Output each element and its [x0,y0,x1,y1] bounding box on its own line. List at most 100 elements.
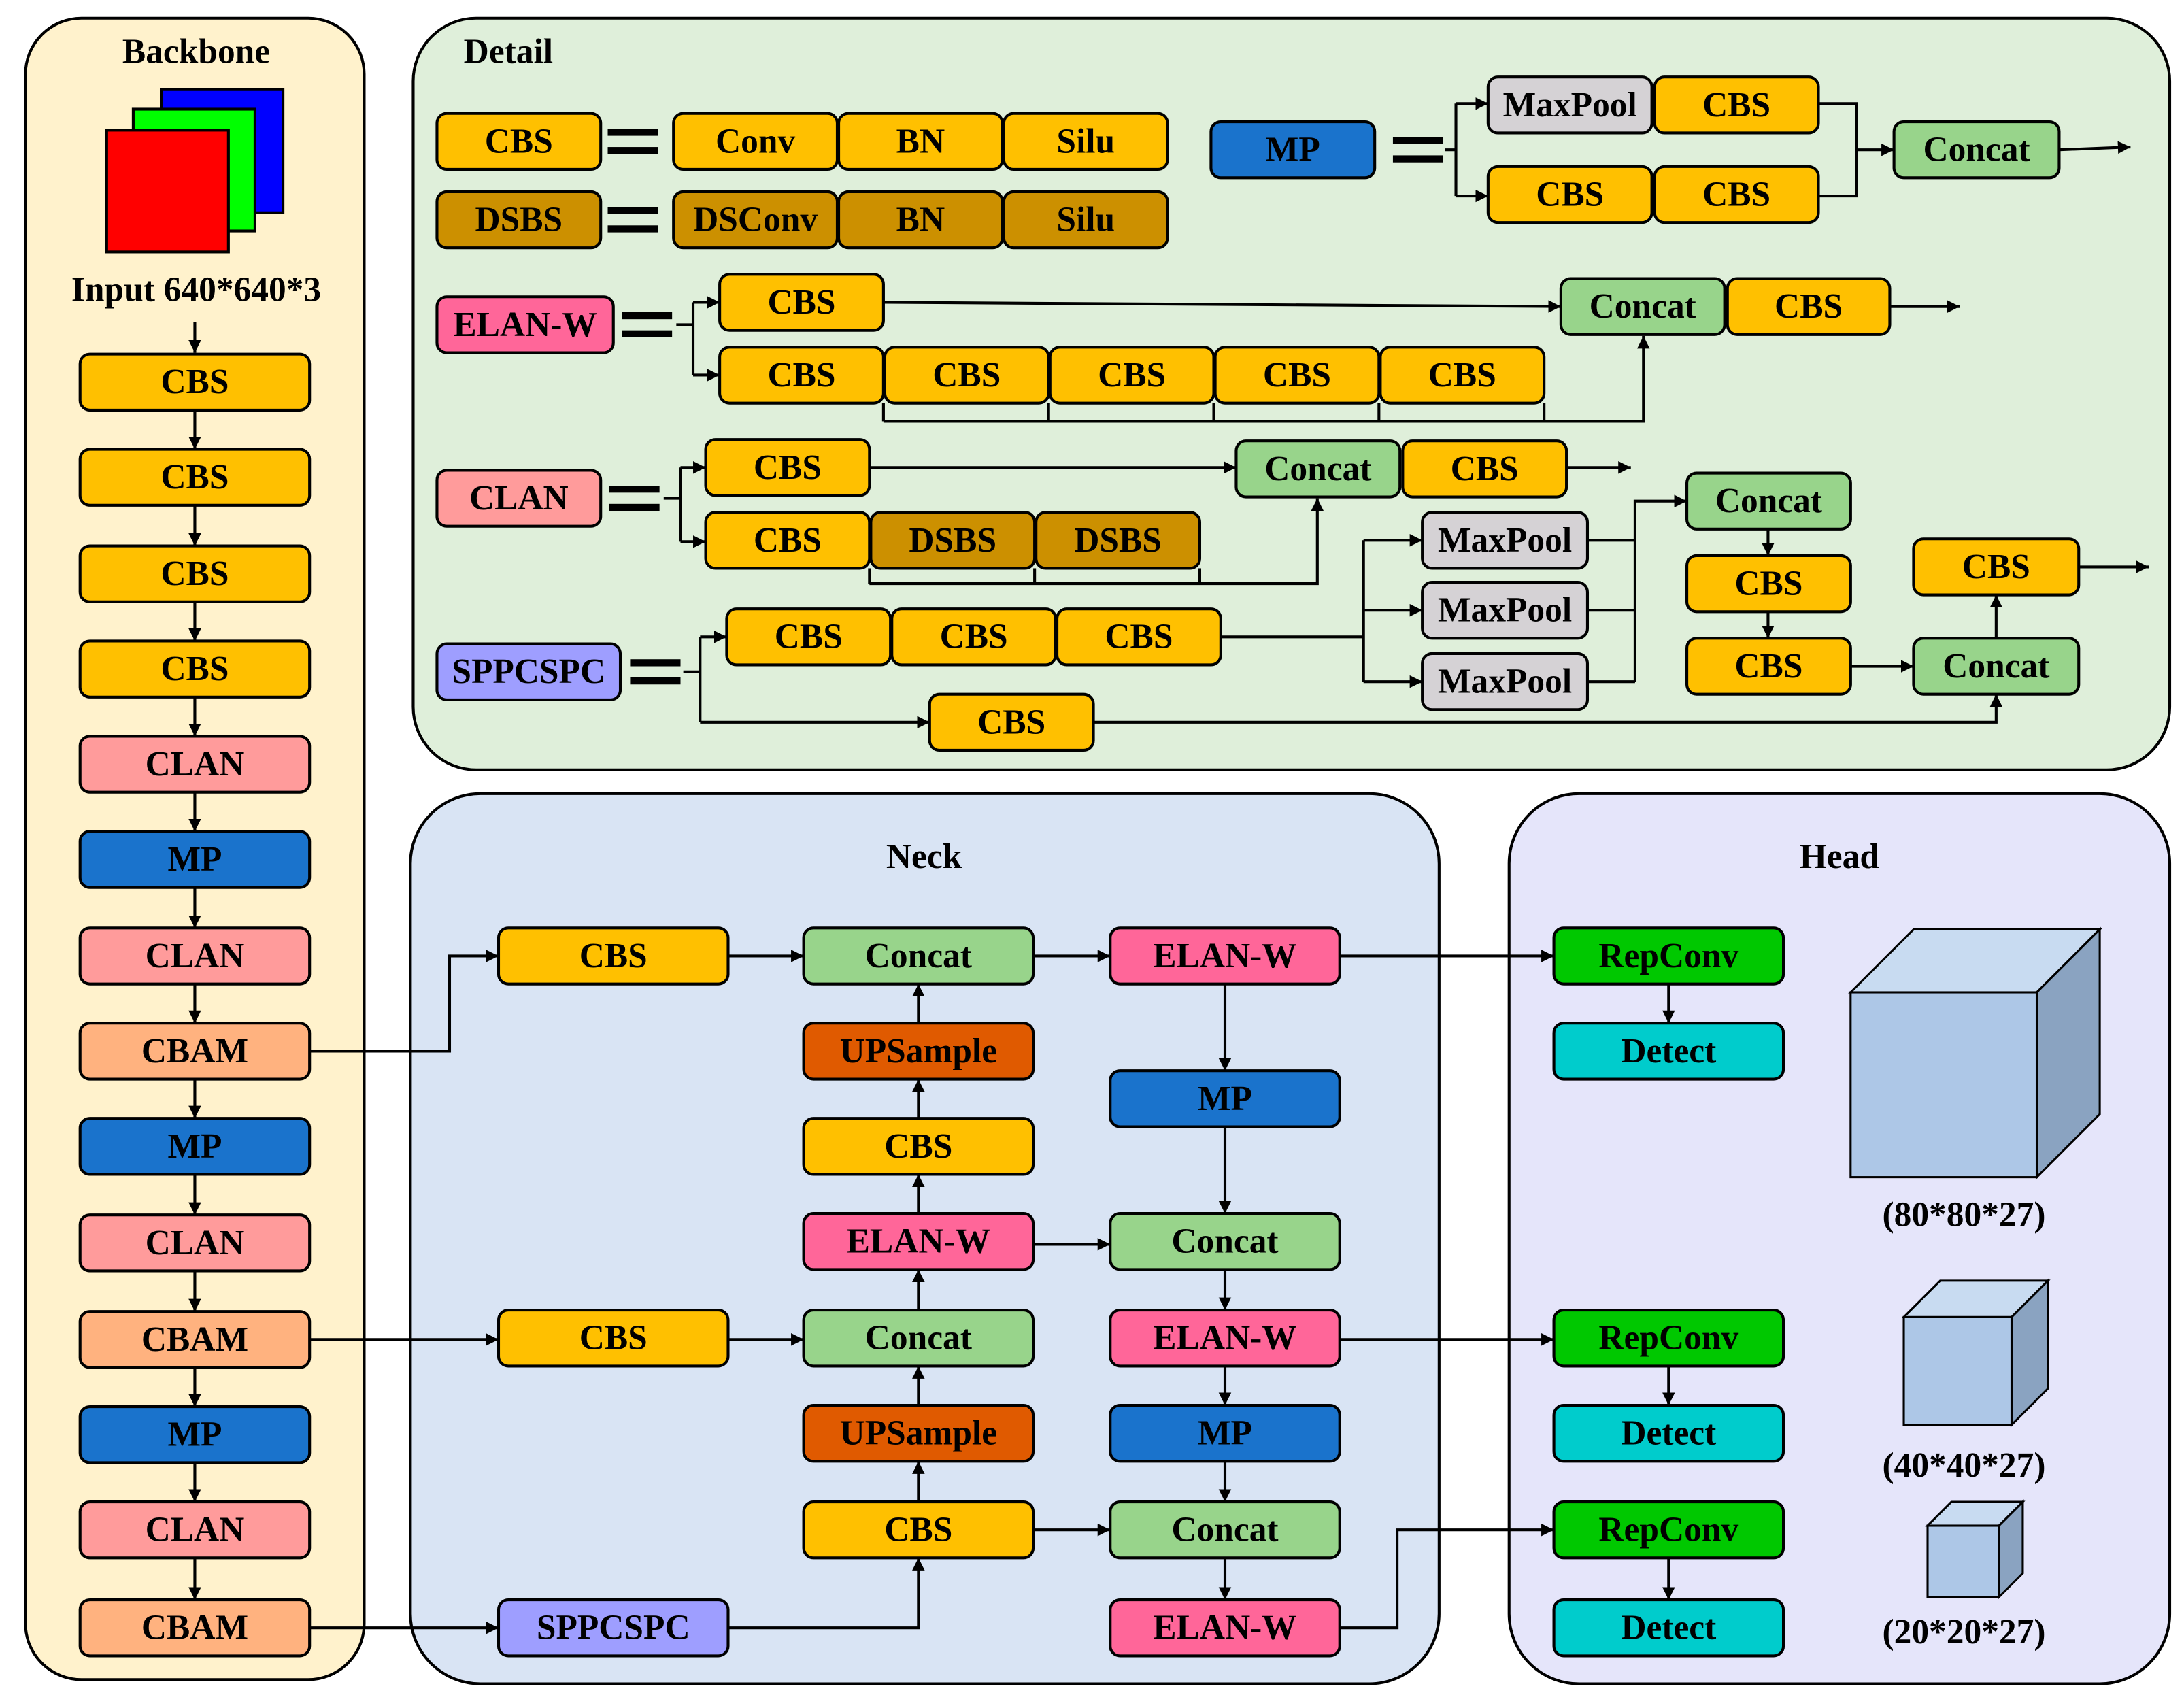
elanw-concat-label: Concat [1590,287,1696,326]
neck-concat-14: Concat [1109,1500,1341,1560]
yolo-architecture-diagram: Backbone Detail Neck Head Input 640*640*3 CBS… [24,16,2172,1685]
neck-title: Neck [886,837,962,876]
spp-maxpool-3: MaxPool [1421,652,1590,711]
neck-upsample-11-label: UPSample [840,1414,997,1453]
neck-elan-w-2-label: ELAN-W [1153,937,1296,975]
backbone-block-cbs-label: CBS [161,554,229,593]
dsbs-part-silu-label: Silu [1056,201,1115,239]
clan-cbs-branch-label: CBS [754,448,822,487]
spp-post-cbs-2: CBS [1685,637,1852,696]
mp-cbs-3-label: CBS [1702,175,1770,214]
clan-output-cbs-label: CBS [1451,450,1519,488]
backbone-block-cbam-label: CBAM [141,1320,248,1359]
spp-shortcut-cbs-label: CBS [977,703,1045,741]
def-dsbs: DSBS [435,190,603,250]
backbone-block-cbs: CBS [78,639,312,699]
clan-chain-dsbs-2-label: DSBS [1074,521,1162,560]
spp-output-cbs: CBS [1912,537,2081,597]
backbone-block-clan-label: CLAN [146,745,245,784]
neck-concat-1-label: Concat [865,937,972,975]
head-title: Head [1800,837,1880,876]
elanw-chain-cbs-1-label: CBS [767,356,835,395]
spp-shortcut-cbs: CBS [928,692,1095,752]
clan-cbs-branch: CBS [704,438,871,497]
elanw-output-cbs-label: CBS [1775,287,1843,326]
neck-cbs-0-label: CBS [579,937,648,975]
neck-cbs-8: CBS [497,1309,730,1368]
def-elan-w: ELAN-W [435,295,615,354]
input-label: Input 640*640*3 [71,270,321,309]
backbone-block-cbs: CBS [78,544,312,603]
def-cbs-label: CBS [485,122,553,161]
elanw-chain-cbs-5: CBS [1379,346,1546,405]
backbone-block-mp: MP [78,1405,312,1464]
spp-post-cbs-2-label: CBS [1734,647,1802,686]
mp-cbs-3: CBS [1653,165,1820,224]
clan-concat-label: Concat [1264,450,1371,488]
elanw-chain-cbs-3: CBS [1048,346,1215,405]
backbone-block-cbam: CBAM [78,1598,312,1658]
neck-cbs-5-label: CBS [884,1127,952,1166]
def-elan-w-label: ELAN-W [453,305,597,344]
neck-mp-12: MP [1109,1403,1341,1463]
def-cbs: CBS [435,112,603,171]
head-repconv-3: RepConv [1552,1500,1785,1560]
elanw-chain-cbs-2-label: CBS [933,356,1001,395]
head-repconv-1: RepConv [1552,926,1785,986]
cbs-part-bn-label: BN [896,122,945,161]
backbone-block-mp-label: MP [167,840,222,879]
neck-elan-w-6: ELAN-W [802,1212,1035,1271]
spp-chain-cbs-2-label: CBS [940,618,1008,656]
cbs-part-conv: Conv [672,112,839,171]
clan-chain-dsbs-2: DSBS [1035,511,1202,570]
mp-cbs-1: CBS [1653,75,1820,135]
clan-chain-dsbs-1-label: DSBS [909,521,996,560]
def-sppcspc-label: SPPCSPC [452,652,605,691]
neck-elan-w-10-label: ELAN-W [1153,1319,1296,1358]
neck-concat-7: Concat [1109,1212,1341,1271]
neck-mp-4-label: MP [1198,1079,1252,1118]
neck-sppcspc-15: SPPCSPC [497,1598,730,1658]
elanw-chain-cbs-4: CBS [1213,346,1381,405]
backbone-block-clan: CLAN [78,926,312,986]
neck-cbs-13: CBS [802,1500,1035,1560]
mp-cbs-1-label: CBS [1702,86,1770,124]
spp-chain-cbs-3: CBS [1055,607,1222,667]
elanw-chain-cbs-5-label: CBS [1428,356,1496,395]
backbone-block-mp: MP [78,830,312,889]
cbs-part-silu: Silu [1002,112,1169,171]
elanw-chain-cbs-1: CBS [718,346,885,405]
clan-output-cbs: CBS [1401,439,1568,499]
neck-concat-14-label: Concat [1171,1511,1278,1549]
mp-maxpool-label: MaxPool [1503,86,1637,124]
elanw-output-cbs: CBS [1726,277,1892,336]
dsbs-part-bn: BN [837,190,1004,250]
spp-output-cbs-label: CBS [1962,548,2030,586]
neck-sppcspc-15-label: SPPCSPC [537,1609,690,1647]
cbs-part-bn: BN [837,112,1004,171]
backbone-block-cbs: CBS [78,448,312,507]
spp-concat-1: Concat [1685,471,1852,531]
backbone-block-mp: MP [78,1117,312,1176]
def-clan: CLAN [435,469,603,528]
dsbs-part-dsconv: DSConv [672,190,839,250]
clan-chain-cbs: CBS [704,511,871,570]
neck-cbs-0: CBS [497,926,730,986]
spp-chain-cbs-2: CBS [890,607,1058,667]
neck-cbs-8-label: CBS [579,1319,648,1358]
spp-maxpool-2-label: MaxPool [1438,591,1572,630]
neck-cbs-5: CBS [802,1117,1035,1176]
dsbs-part-dsconv-label: DSConv [693,201,818,239]
backbone-block-cbs: CBS [78,352,312,412]
backbone-block-clan: CLAN [78,1500,312,1560]
backbone-title: Backbone [122,33,270,71]
backbone-block-mp-label: MP [167,1415,222,1454]
spp-maxpool-1: MaxPool [1421,511,1590,570]
def-mp-label: MP [1266,131,1320,169]
dsbs-part-bn-label: BN [896,201,945,239]
spp-post-cbs-1-label: CBS [1734,565,1802,603]
neck-concat-7-label: Concat [1171,1222,1278,1261]
elanw-cbs-branch: CBS [718,273,885,332]
elanw-chain-cbs-3-label: CBS [1098,356,1166,395]
head-repconv-1-label: RepConv [1598,937,1738,975]
